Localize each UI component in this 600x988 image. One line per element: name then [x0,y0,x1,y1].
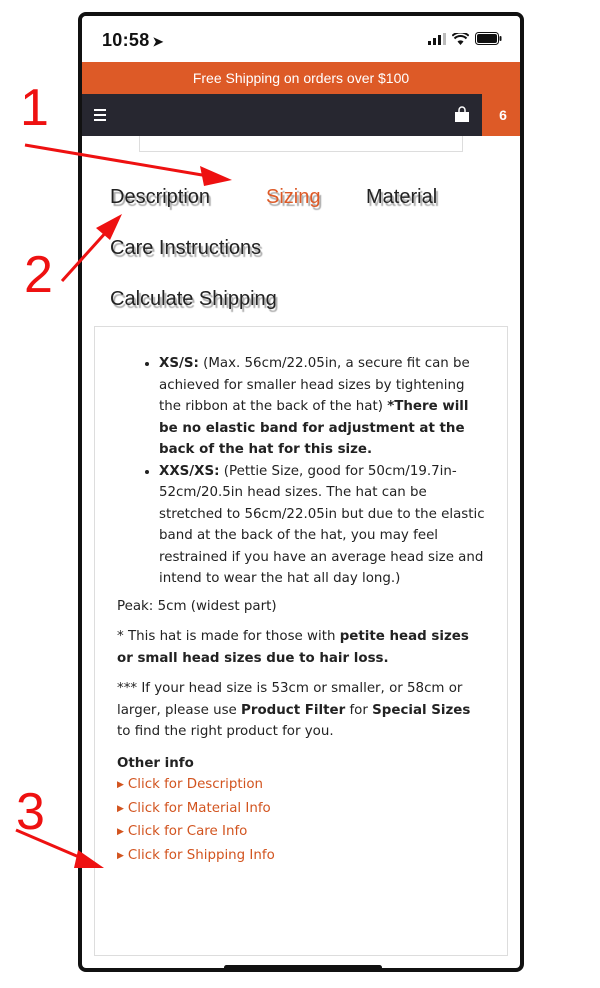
arrow-1 [24,143,232,186]
annotation-arrows [15,143,232,868]
arrow-2 [60,214,122,283]
arrow-3 [15,828,104,868]
